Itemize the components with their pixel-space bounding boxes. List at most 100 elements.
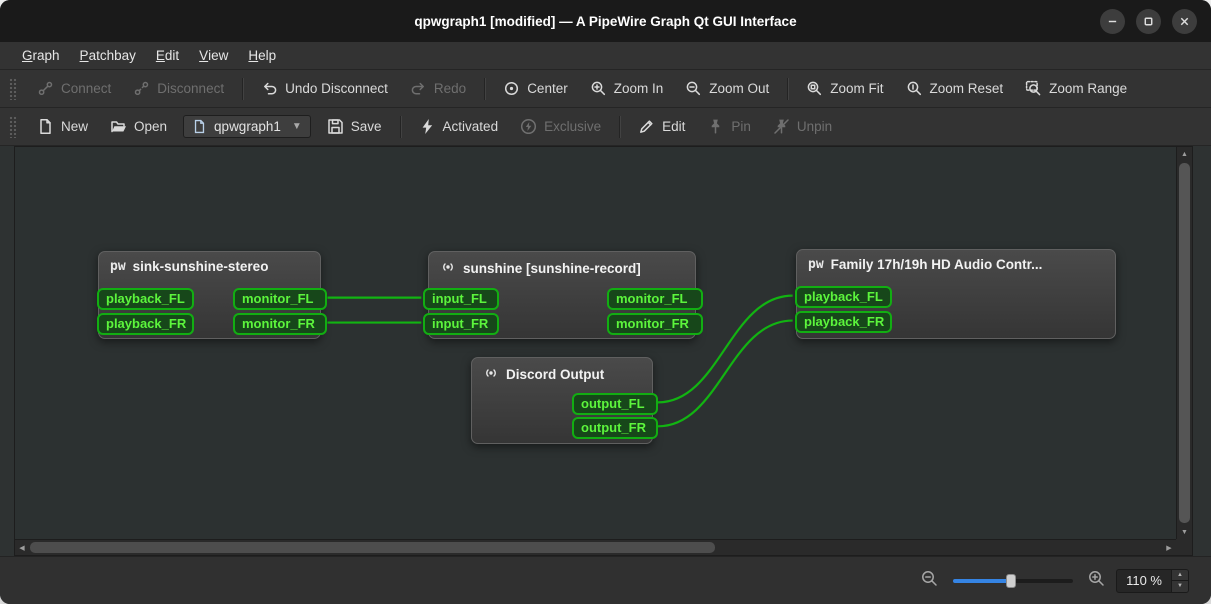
toolbar-drag-handle[interactable]	[9, 115, 17, 138]
minimize-button[interactable]	[1100, 8, 1125, 34]
zoom-percent-spinbox[interactable]: 110 % ▲ ▼	[1116, 568, 1189, 593]
menu-patchbay[interactable]: Patchbay	[70, 42, 146, 69]
titlebar[interactable]: qpwgraph1 [modified] — A PipeWire Graph …	[0, 0, 1211, 42]
activated-toggle[interactable]: Activated	[409, 113, 509, 140]
spin-up-button[interactable]: ▲	[1172, 569, 1188, 581]
toolbar-drag-handle[interactable]	[9, 77, 17, 100]
node-title: pw Family 17h/19h HD Audio Contr...	[808, 257, 1043, 272]
window-title: qpwgraph1 [modified] — A PipeWire Graph …	[414, 13, 797, 29]
port-monitor_FR[interactable]: monitor_FR	[233, 313, 327, 335]
new-button[interactable]: New	[27, 113, 98, 140]
node-discord-output[interactable]: Discord Output output_FL output_FR	[471, 357, 658, 444]
menu-edit[interactable]: Edit	[146, 42, 189, 69]
port-monitor_FL[interactable]: monitor_FL	[607, 288, 703, 310]
graph-canvas[interactable]: pw sink-sunshine-stereo playback_FL play…	[15, 147, 1176, 539]
scroll-up-arrow[interactable]: ▲	[1177, 147, 1192, 161]
zoom-out-small-button[interactable]	[920, 569, 939, 593]
zoom-in-small-button[interactable]	[1087, 569, 1106, 593]
preset-value: qpwgraph1	[214, 119, 281, 134]
chevron-down-icon: ▼	[291, 121, 302, 132]
bolt-icon	[422, 119, 432, 134]
port-monitor_FR[interactable]: monitor_FR	[607, 313, 703, 335]
unpin-button[interactable]: Unpin	[763, 113, 842, 140]
zoom-fit-icon	[807, 81, 822, 96]
toolbar-separator	[787, 77, 789, 100]
toolbar-patchbay: New Open qpwgraph1 ▼ Save Activated Excl…	[0, 108, 1211, 146]
scroll-down-arrow[interactable]: ▼	[1177, 525, 1192, 539]
center-icon	[505, 81, 519, 96]
zoom-slider[interactable]	[953, 572, 1074, 590]
menu-graph[interactable]: Graph	[12, 42, 70, 69]
node-family-hd-audio[interactable]: pw Family 17h/19h HD Audio Contr... play…	[795, 249, 1116, 339]
disconnect-icon	[135, 81, 149, 96]
port-input_FL[interactable]: input_FL	[423, 288, 499, 310]
preset-file-icon	[194, 119, 205, 134]
zoom-in-icon	[1089, 570, 1104, 586]
maximize-button[interactable]	[1136, 8, 1161, 34]
port-playback_FR[interactable]: playback_FR	[795, 311, 892, 333]
stream-icon	[440, 259, 456, 278]
zoom-reset-icon	[907, 81, 921, 96]
disconnect-button[interactable]: Disconnect	[123, 75, 234, 102]
zoom-in-icon	[591, 81, 605, 96]
port-playback_FR[interactable]: playback_FR	[97, 313, 194, 335]
pipewire-icon: pw	[808, 257, 824, 272]
connect-button[interactable]: Connect	[27, 75, 121, 102]
save-icon	[328, 119, 343, 134]
scroll-left-arrow[interactable]: ◀	[15, 540, 29, 555]
canvas-frame: pw sink-sunshine-stereo playback_FL play…	[14, 146, 1193, 556]
zoom-reset-button[interactable]: Zoom Reset	[896, 75, 1014, 102]
zoom-out-icon	[922, 570, 937, 586]
zoom-slider-handle[interactable]	[1005, 573, 1016, 588]
unpin-icon	[774, 119, 789, 134]
minimize-icon	[1108, 20, 1117, 22]
menu-help[interactable]: Help	[238, 42, 286, 69]
port-monitor_FL[interactable]: monitor_FL	[233, 288, 327, 310]
node-sink-sunshine-stereo[interactable]: pw sink-sunshine-stereo playback_FL play…	[97, 251, 327, 339]
zoom-percent-value[interactable]: 110 %	[1117, 570, 1171, 592]
vertical-scroll-thumb[interactable]	[1179, 163, 1190, 523]
scroll-right-arrow[interactable]: ▶	[1162, 540, 1176, 555]
menubar: Graph Patchbay Edit View Help	[0, 42, 1211, 70]
redo-icon	[411, 82, 424, 95]
close-button[interactable]	[1172, 8, 1197, 34]
open-button[interactable]: Open	[100, 113, 177, 140]
horizontal-scroll-thumb[interactable]	[30, 542, 715, 553]
node-title: Discord Output	[472, 358, 652, 384]
horizontal-scrollbar[interactable]: ◀ ▶	[15, 539, 1176, 555]
canvas-area: pw sink-sunshine-stereo playback_FL play…	[0, 146, 1211, 556]
port-input_FR[interactable]: input_FR	[423, 313, 499, 335]
vertical-scrollbar[interactable]: ▲ ▼	[1176, 147, 1192, 539]
edit-button[interactable]: Edit	[628, 113, 695, 140]
zoom-out-button[interactable]: Zoom Out	[675, 75, 779, 102]
port-output_FR[interactable]: output_FR	[572, 417, 658, 439]
pencil-icon	[640, 120, 653, 133]
node-sunshine[interactable]: sunshine [sunshine-record] input_FL inpu…	[423, 251, 703, 339]
menu-view[interactable]: View	[189, 42, 238, 69]
scrollbar-corner	[1176, 539, 1192, 555]
patchbay-preset-select[interactable]: qpwgraph1 ▼	[183, 115, 311, 138]
port-output_FL[interactable]: output_FL	[572, 393, 658, 415]
zoom-range-button[interactable]: Zoom Range	[1015, 75, 1137, 102]
save-button[interactable]: Save	[317, 113, 392, 140]
spin-down-button[interactable]: ▼	[1172, 581, 1188, 592]
redo-button[interactable]: Redo	[400, 75, 476, 102]
connection-wires	[327, 294, 793, 428]
toolbar-separator	[242, 77, 244, 100]
pin-button[interactable]: Pin	[697, 113, 761, 140]
zoom-in-button[interactable]: Zoom In	[580, 75, 674, 102]
node-title: sunshine [sunshine-record]	[429, 252, 695, 278]
bolt-circle-icon	[521, 118, 537, 135]
zoom-range-icon	[1025, 80, 1041, 96]
pin-icon	[712, 119, 720, 134]
undo-disconnect-button[interactable]: Undo Disconnect	[251, 75, 398, 102]
zoom-fit-button[interactable]: Zoom Fit	[796, 75, 893, 102]
undo-icon	[264, 82, 277, 95]
node-title: pw sink-sunshine-stereo	[110, 259, 269, 274]
port-playback_FL[interactable]: playback_FL	[97, 288, 194, 310]
close-icon	[1180, 17, 1189, 25]
statusbar: 110 % ▲ ▼	[0, 556, 1211, 604]
center-button[interactable]: Center	[493, 75, 578, 102]
port-playback_FL[interactable]: playback_FL	[795, 286, 892, 308]
exclusive-toggle[interactable]: Exclusive	[510, 113, 611, 140]
